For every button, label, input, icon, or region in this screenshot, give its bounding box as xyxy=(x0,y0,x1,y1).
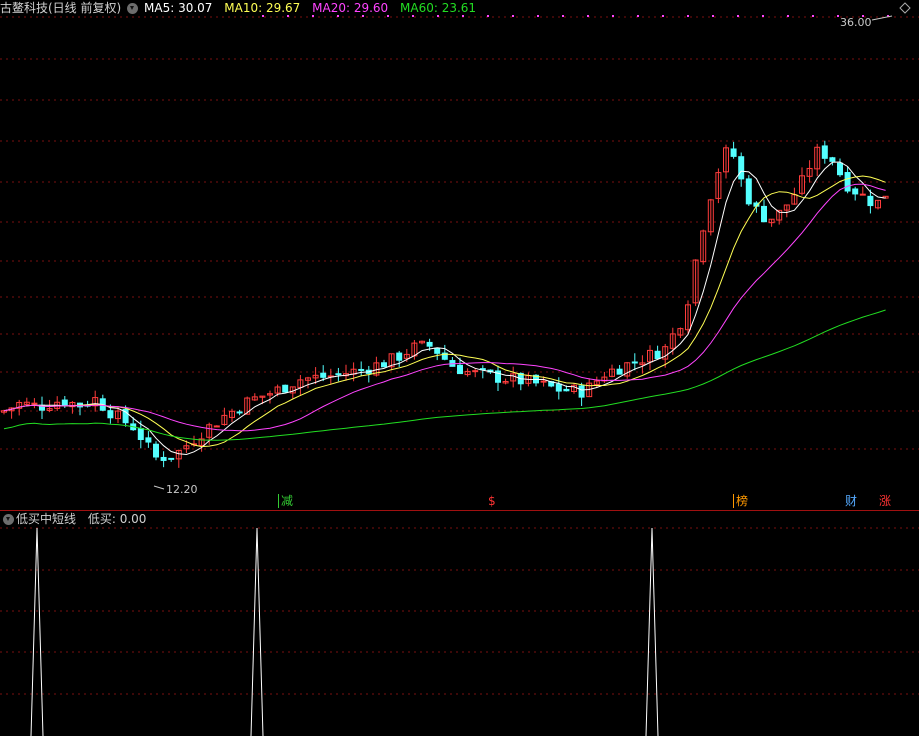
candle-body xyxy=(137,427,144,440)
indicator-header: 低买中短线 低买: 0.00 xyxy=(0,511,148,527)
indicator-spike xyxy=(30,527,44,736)
event-marker-reduce[interactable]: 减 xyxy=(278,494,295,508)
top-marker-dot xyxy=(612,15,614,17)
ma20-line xyxy=(3,183,886,432)
top-marker-dot xyxy=(837,15,839,17)
candle-body xyxy=(837,162,843,176)
candle-body xyxy=(145,437,152,443)
indicator-spike xyxy=(645,527,659,736)
candle-body xyxy=(540,380,547,383)
top-marker-dot xyxy=(587,15,589,17)
top-marker-dot xyxy=(462,15,464,17)
top-marker-dot xyxy=(437,15,439,17)
candle-body xyxy=(578,385,585,398)
low-price-label: 12.20 xyxy=(166,483,198,496)
top-marker-dot xyxy=(387,15,389,17)
candle-body xyxy=(320,372,327,378)
event-marker-finance[interactable]: 财 xyxy=(843,494,859,508)
candle-body xyxy=(168,457,175,460)
candle-body xyxy=(844,172,851,192)
candle-body xyxy=(236,411,243,414)
candle-body xyxy=(859,193,866,196)
candle-body xyxy=(745,178,752,205)
top-marker-dot xyxy=(737,15,739,17)
candle-body xyxy=(867,195,874,207)
event-marker-dollar[interactable]: $ xyxy=(486,494,498,508)
candle-body xyxy=(153,443,159,458)
candle-body xyxy=(31,402,38,405)
candle-body xyxy=(160,456,167,461)
indicator-spike xyxy=(250,527,264,736)
candle-body xyxy=(730,148,737,157)
candle-body xyxy=(396,352,403,361)
chevron-down-icon[interactable] xyxy=(3,514,14,525)
top-marker-dot xyxy=(512,15,514,17)
top-marker-dot xyxy=(287,15,289,17)
candle-body xyxy=(358,368,365,371)
top-marker-dot xyxy=(662,15,664,17)
top-marker-dot xyxy=(412,15,414,17)
candle-body xyxy=(852,188,859,195)
candle-body xyxy=(457,364,463,375)
top-marker-dot xyxy=(362,15,364,17)
top-marker-dot xyxy=(812,15,814,17)
candle-body xyxy=(434,347,441,354)
candle-body xyxy=(829,157,836,162)
candle-body xyxy=(563,388,570,392)
top-marker-dot xyxy=(262,15,264,17)
top-marker-dot xyxy=(537,15,539,17)
candle-body xyxy=(213,425,220,428)
candle-body xyxy=(381,362,387,368)
top-marker-dot xyxy=(337,15,339,17)
candle-body xyxy=(616,368,623,375)
top-marker-dot xyxy=(787,15,789,17)
top-marker-dot xyxy=(487,15,489,17)
high-price-label: 36.00 xyxy=(840,16,872,29)
candle-body xyxy=(555,383,562,392)
low-label-pointer xyxy=(153,485,165,490)
candle-body xyxy=(282,384,289,393)
top-marker-dot xyxy=(687,15,689,17)
top-marker-dot xyxy=(312,15,314,17)
indicator-title: 低买中短线 xyxy=(16,512,77,526)
candle-body xyxy=(426,341,433,347)
candle-body xyxy=(107,410,114,419)
candle-body xyxy=(761,205,767,223)
top-marker-dot xyxy=(762,15,764,17)
candle-body xyxy=(654,350,661,359)
event-marker-rise[interactable]: 涨 xyxy=(877,494,893,508)
top-marker-dot xyxy=(637,15,639,17)
candle-body xyxy=(335,373,342,376)
diamond-icon xyxy=(899,2,911,14)
top-marker-dot xyxy=(712,15,714,17)
candle-body xyxy=(631,361,638,364)
candle-body xyxy=(821,145,828,159)
candle-body xyxy=(738,156,745,180)
event-marker-list[interactable]: 榜 xyxy=(733,494,750,508)
candle-body xyxy=(61,399,68,407)
candle-body xyxy=(472,370,479,373)
ma10-line xyxy=(3,175,886,448)
price-chart[interactable] xyxy=(0,0,919,736)
top-marker-dot xyxy=(562,15,564,17)
indicator-value: 低买: 0.00 xyxy=(87,512,147,526)
